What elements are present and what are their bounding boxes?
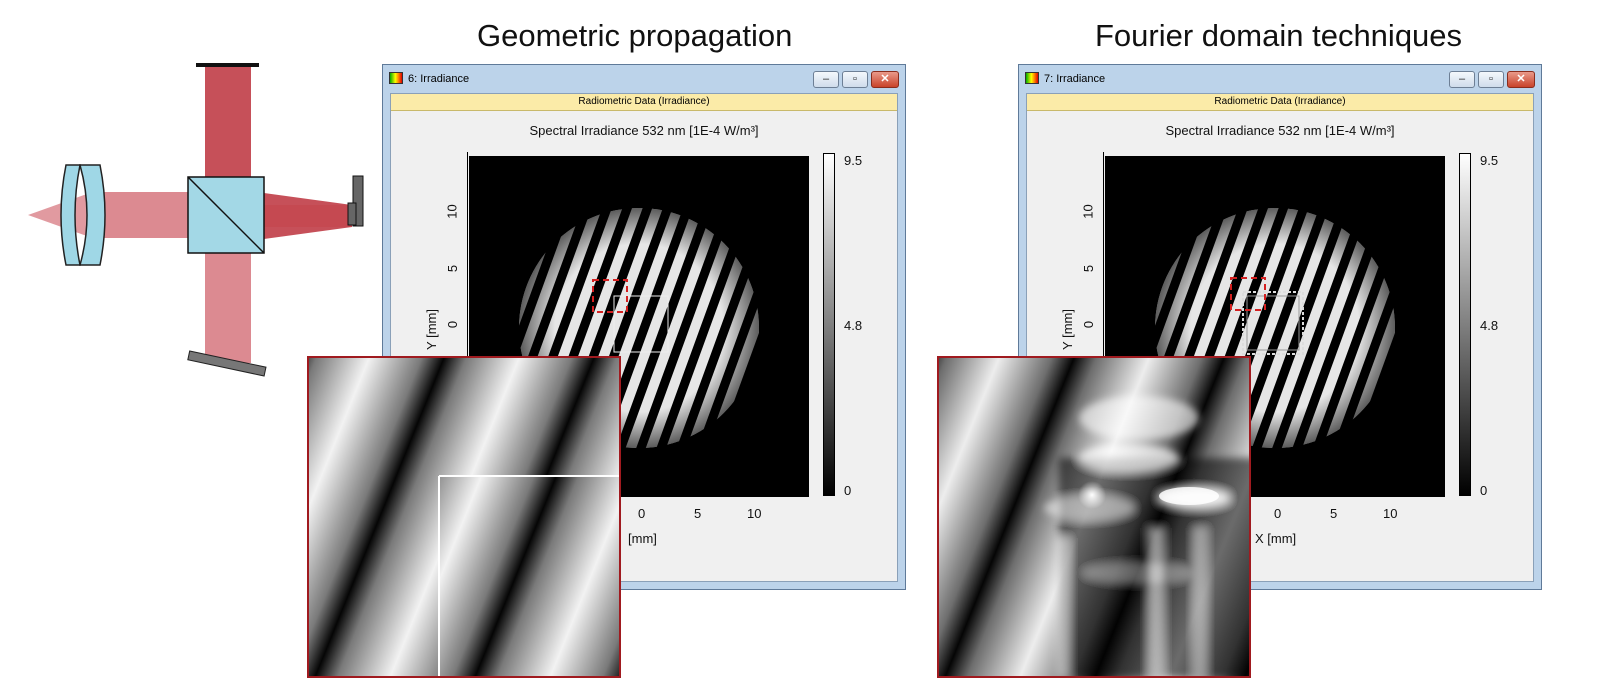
y-tick: 10 bbox=[1080, 204, 1096, 219]
colorbar-mid: 4.8 bbox=[1480, 318, 1499, 333]
top-mirror bbox=[196, 63, 259, 67]
app-icon bbox=[1025, 72, 1039, 84]
colorbar-max: 9.5 bbox=[844, 153, 863, 168]
data-type-band: Radiometric Data (Irradiance) bbox=[1027, 94, 1533, 111]
y-tick: 5 bbox=[445, 264, 461, 273]
x-tick: 10 bbox=[1383, 506, 1398, 521]
colorbar-mid: 4.8 bbox=[844, 318, 863, 333]
zoom-inset-fourier bbox=[937, 356, 1251, 678]
x-axis-label: [mm] bbox=[628, 531, 657, 546]
beam-vertical-bottom bbox=[205, 253, 251, 363]
minimize-button[interactable]: – bbox=[813, 71, 839, 88]
heading-geometric: Geometric propagation bbox=[477, 18, 793, 53]
window-titlebar[interactable]: 6: Irradiance – ▫ ✕ bbox=[383, 65, 905, 93]
data-type-band: Radiometric Data (Irradiance) bbox=[391, 94, 897, 111]
maximize-button[interactable]: ▫ bbox=[1478, 71, 1504, 88]
window-titlebar[interactable]: 7: Irradiance – ▫ ✕ bbox=[1019, 65, 1541, 93]
plot-title: Spectral Irradiance 532 nm [1E-4 W/m³] bbox=[1165, 123, 1395, 138]
x-tick: 5 bbox=[694, 506, 702, 521]
y-tick: 0 bbox=[445, 320, 461, 329]
plot-title: Spectral Irradiance 532 nm [1E-4 W/m³] bbox=[529, 123, 759, 138]
window-title: 7: Irradiance bbox=[1044, 73, 1106, 85]
bright-spot bbox=[1078, 481, 1106, 509]
window-title: 6: Irradiance bbox=[408, 73, 470, 85]
x-tick: 0 bbox=[638, 506, 646, 521]
x-tick: 0 bbox=[1274, 506, 1282, 521]
beam-to-splitter bbox=[98, 192, 190, 238]
x-tick: 5 bbox=[1330, 506, 1338, 521]
michelson-setup-diagram bbox=[28, 63, 364, 377]
y-tick: 5 bbox=[1081, 264, 1097, 273]
colorbar-max: 9.5 bbox=[1480, 153, 1499, 168]
colorbar bbox=[823, 153, 835, 496]
beam-vertical-top bbox=[205, 65, 251, 177]
heading-fourier: Fourier domain techniques bbox=[1095, 18, 1463, 53]
y-axis-label: Y [mm] bbox=[1059, 309, 1075, 350]
close-button[interactable]: ✕ bbox=[871, 71, 899, 88]
app-icon bbox=[389, 72, 403, 84]
minimize-button[interactable]: – bbox=[1449, 71, 1475, 88]
colorbar-min: 0 bbox=[1480, 483, 1488, 498]
y-tick: 10 bbox=[444, 204, 460, 219]
y-axis-label: Y [mm] bbox=[423, 309, 439, 350]
close-button[interactable]: ✕ bbox=[1507, 71, 1535, 88]
y-tick: 0 bbox=[1081, 320, 1097, 329]
x-axis-label: X [mm] bbox=[1255, 531, 1297, 546]
maximize-button[interactable]: ▫ bbox=[842, 71, 868, 88]
x-tick: 10 bbox=[747, 506, 762, 521]
colorbar-min: 0 bbox=[844, 483, 852, 498]
zoom-inset-geometric bbox=[307, 356, 621, 678]
colorbar bbox=[1459, 153, 1471, 496]
